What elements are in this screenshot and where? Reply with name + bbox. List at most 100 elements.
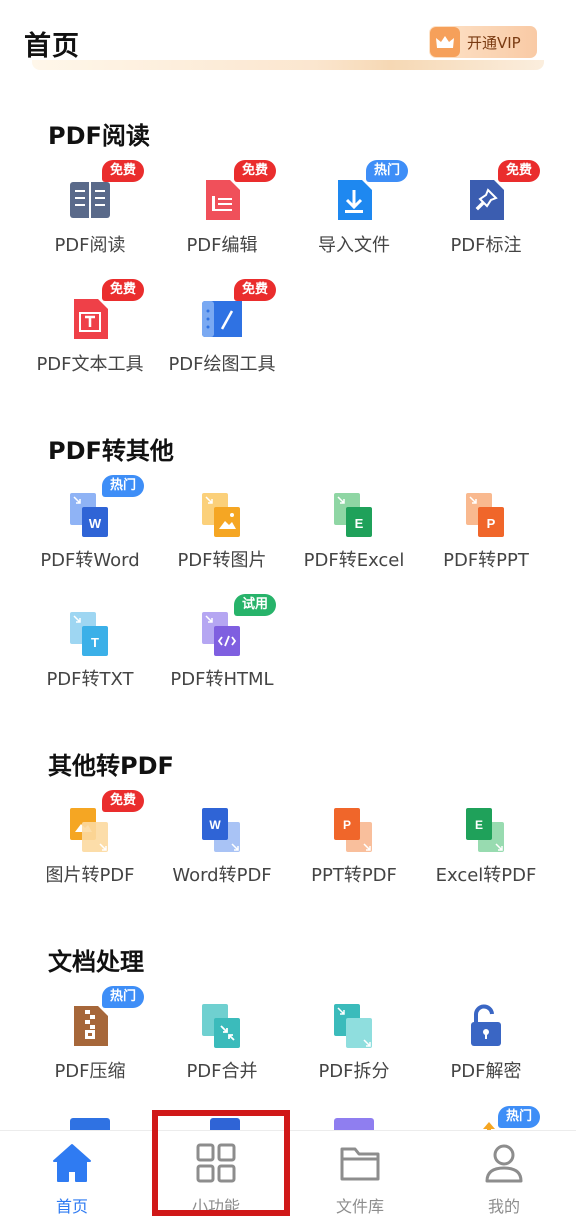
svg-text:P: P xyxy=(487,516,496,531)
section-title-pdf-to-other: PDF转其他 xyxy=(48,437,174,465)
tool-label: PDF转图片 xyxy=(177,550,267,571)
badge: 热门 xyxy=(102,475,145,497)
tab-label: 文件库 xyxy=(335,1197,384,1216)
badge: 免费 xyxy=(102,160,145,182)
bottom-tab-bar: 首页 小功能 文件库 我的 xyxy=(0,1130,576,1216)
tool-label: PDF转Word xyxy=(40,550,140,571)
tab-tools[interactable]: 小功能 xyxy=(144,1131,288,1216)
tool-label: PDF解密 xyxy=(450,1061,522,1082)
word-to-pdf-icon: W xyxy=(202,808,240,852)
tool-pdf-merge[interactable]: PDF合并 xyxy=(156,986,288,1105)
tool-pdf-to-ppt[interactable]: P PDF转PPT xyxy=(420,475,552,594)
unlock-icon xyxy=(471,1004,501,1046)
tool-label: PDF合并 xyxy=(186,1061,258,1082)
tool-label: PDF压缩 xyxy=(54,1061,126,1082)
grid-icon xyxy=(196,1143,236,1183)
draw-tool-icon xyxy=(202,301,242,337)
crown-icon xyxy=(430,27,460,57)
svg-text:W: W xyxy=(89,516,102,531)
tool-label: PDF阅读 xyxy=(54,235,126,256)
section-title-other-to-pdf: 其他转PDF xyxy=(48,752,174,780)
home-icon xyxy=(53,1144,91,1182)
badge: 免费 xyxy=(498,160,541,182)
tool-label: PDF绘图工具 xyxy=(168,354,276,375)
pdf-to-word-icon: W xyxy=(70,493,108,537)
tool-pdf-to-txt[interactable]: T PDF转TXT xyxy=(24,594,156,713)
svg-text:P: P xyxy=(343,818,351,832)
pdf-to-html-icon xyxy=(202,612,240,656)
page-title: 首页 xyxy=(24,31,80,62)
up-arrow-icon xyxy=(482,1118,496,1133)
tool-label: PDF编辑 xyxy=(186,235,258,256)
tool-label: Excel转PDF xyxy=(435,865,537,886)
tool-pdf-text-tool[interactable]: 免费 PDF文本工具 xyxy=(24,279,156,398)
tool-pdf-to-word[interactable]: W 热门 PDF转Word xyxy=(24,475,156,594)
svg-text:T: T xyxy=(91,635,99,650)
merge-icon xyxy=(202,1004,240,1048)
badge: 热门 xyxy=(102,986,145,1008)
tool-label: PDF转TXT xyxy=(46,669,134,690)
partial-tool-icon[interactable] xyxy=(70,1118,110,1130)
tool-label: 图片转PDF xyxy=(45,865,135,886)
badge: 免费 xyxy=(234,160,277,182)
pdf-to-txt-icon: T xyxy=(70,612,108,656)
tool-label: Word转PDF xyxy=(172,865,272,886)
badge: 免费 xyxy=(102,279,145,301)
tool-pdf-to-image[interactable]: PDF转图片 xyxy=(156,475,288,594)
excel-to-pdf-icon: E xyxy=(466,808,504,852)
document-processing-grid: 热门 PDF压缩 PDF合并 PDF拆分 PDF解密 xyxy=(24,986,552,1105)
tool-pdf-to-excel[interactable]: E PDF转Excel xyxy=(288,475,420,594)
edit-document-icon xyxy=(206,180,240,220)
tool-import-file[interactable]: 热门 导入文件 xyxy=(288,160,420,279)
tab-file-library[interactable]: 文件库 xyxy=(288,1131,432,1216)
text-tool-icon xyxy=(74,299,108,339)
image-to-pdf-icon xyxy=(70,808,108,852)
tool-image-to-pdf[interactable]: 免费 图片转PDF xyxy=(24,790,156,909)
tool-pdf-split[interactable]: PDF拆分 xyxy=(288,986,420,1105)
tool-label: PDF转Excel xyxy=(303,550,405,571)
tool-label: PDF转HTML xyxy=(170,669,274,690)
import-file-icon xyxy=(338,180,372,220)
partial-tool-icon[interactable] xyxy=(334,1118,374,1130)
tool-pdf-annotate[interactable]: 免费 PDF标注 xyxy=(420,160,552,279)
partial-tool-icon[interactable] xyxy=(210,1118,240,1130)
tool-word-to-pdf[interactable]: W Word转PDF xyxy=(156,790,288,909)
ppt-to-pdf-icon: P xyxy=(334,808,372,852)
tool-label: PPT转PDF xyxy=(311,865,397,886)
tool-label: PDF文本工具 xyxy=(36,354,144,375)
section-title-pdf-reading: PDF阅读 xyxy=(48,122,150,150)
vip-button[interactable]: 开通VIP xyxy=(429,26,537,58)
other-to-pdf-grid: 免费 图片转PDF W Word转PDF P PPT转PDF E Excel转P… xyxy=(24,790,552,909)
pin-annotate-icon xyxy=(470,180,504,220)
tool-pdf-compress[interactable]: 热门 PDF压缩 xyxy=(24,986,156,1105)
tool-pdf-to-html[interactable]: 试用 PDF转HTML xyxy=(156,594,288,713)
tool-label: 导入文件 xyxy=(318,235,390,256)
tab-label: 首页 xyxy=(55,1197,88,1216)
pdf-reading-grid: 免费 PDF阅读 免费 PDF编辑 热门 导入文件 免费 PDF标注 免费 PD… xyxy=(24,160,552,398)
vip-label: 开通VIP xyxy=(467,33,521,52)
tab-home[interactable]: 首页 xyxy=(0,1131,144,1216)
header: 首页 开通VIP xyxy=(0,0,576,70)
tab-label: 我的 xyxy=(487,1197,520,1216)
tool-label: PDF拆分 xyxy=(318,1061,390,1082)
badge: 热门 xyxy=(498,1106,541,1128)
pdf-to-excel-icon: E xyxy=(334,493,372,537)
pdf-to-other-grid: W 热门 PDF转Word PDF转图片 E PDF转Excel P PDF转P… xyxy=(24,475,552,713)
person-icon xyxy=(485,1144,523,1183)
tab-mine[interactable]: 我的 xyxy=(432,1131,576,1216)
tool-pdf-edit[interactable]: 免费 PDF编辑 xyxy=(156,160,288,279)
svg-text:E: E xyxy=(475,818,483,832)
svg-text:W: W xyxy=(209,818,221,832)
badge: 试用 xyxy=(234,594,277,616)
pdf-to-ppt-icon: P xyxy=(466,493,504,537)
tool-pdf-read[interactable]: 免费 PDF阅读 xyxy=(24,160,156,279)
tool-ppt-to-pdf[interactable]: P PPT转PDF xyxy=(288,790,420,909)
tool-excel-to-pdf[interactable]: E Excel转PDF xyxy=(420,790,552,909)
tool-pdf-decrypt[interactable]: PDF解密 xyxy=(420,986,552,1105)
tool-pdf-draw-tool[interactable]: 免费 PDF绘图工具 xyxy=(156,279,288,398)
banner[interactable] xyxy=(32,60,544,70)
pdf-to-image-icon xyxy=(202,493,240,537)
tool-label: PDF标注 xyxy=(450,235,522,256)
tab-label: 小功能 xyxy=(191,1197,240,1216)
tool-label: PDF转PPT xyxy=(443,550,529,571)
